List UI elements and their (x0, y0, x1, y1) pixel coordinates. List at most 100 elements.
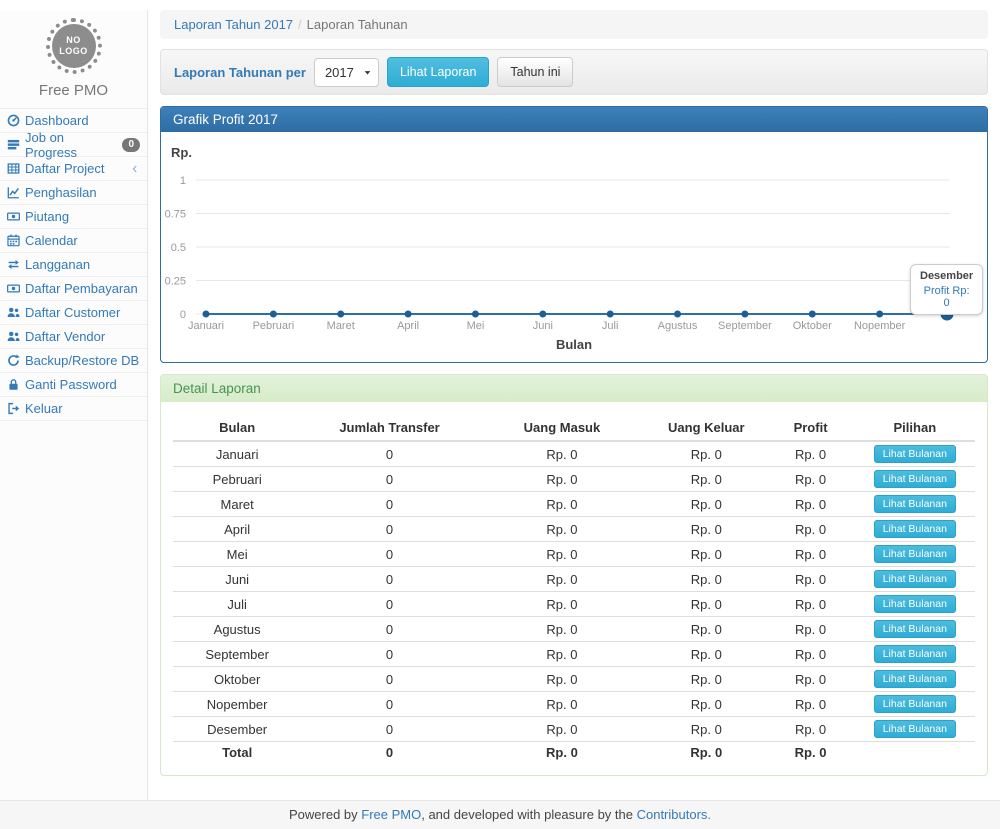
svg-text:1: 1 (180, 175, 186, 187)
sidebar-item-keluar[interactable]: Keluar (0, 397, 147, 421)
cell-jumlah-transfer: 0 (301, 441, 477, 467)
job-count-badge: 0 (122, 138, 140, 152)
cell-bulan: Maret (173, 492, 301, 517)
cell-uang-masuk: Rp. 0 (478, 467, 646, 492)
cell-bulan: Juli (173, 592, 301, 617)
view-report-button[interactable]: Lihat Laporan (387, 57, 489, 87)
detail-report-panel: Detail Laporan Bulan Jumlah Transfer Uan… (160, 374, 988, 776)
sidebar-item-calendar[interactable]: Calendar (0, 229, 147, 253)
profit-line-chart[interactable]: 00.250.50.751JanuariPebruariMaretAprilMe… (171, 161, 977, 336)
sidebar-item-label: Keluar (25, 401, 63, 416)
footer-contributors-link[interactable]: Contributors. (637, 807, 711, 822)
report-table-body: Januari 0 Rp. 0 Rp. 0 Rp. 0 Lihat Bulana… (173, 441, 975, 763)
total-uang-keluar: Rp. 0 (646, 742, 766, 764)
table-row: September 0 Rp. 0 Rp. 0 Rp. 0 Lihat Bula… (173, 642, 975, 667)
svg-text:Agustus: Agustus (658, 320, 698, 332)
cell-uang-keluar: Rp. 0 (646, 617, 766, 642)
view-monthly-button[interactable]: Lihat Bulanan (874, 570, 956, 588)
sidebar-item-daftar-pembayaran[interactable]: Daftar Pembayaran (0, 277, 147, 301)
view-monthly-button[interactable]: Lihat Bulanan (874, 520, 956, 538)
logo-text-bottom: LOGO (59, 46, 88, 57)
cell-uang-keluar: Rp. 0 (646, 441, 766, 467)
cell-uang-keluar: Rp. 0 (646, 492, 766, 517)
table-row: Desember 0 Rp. 0 Rp. 0 Rp. 0 Lihat Bulan… (173, 717, 975, 742)
view-monthly-button[interactable]: Lihat Bulanan (874, 545, 956, 563)
chart-panel-body: Rp. 00.250.50.751JanuariPebruariMaretApr… (161, 132, 987, 362)
cell-uang-masuk: Rp. 0 (478, 517, 646, 542)
cell-pilihan: Lihat Bulanan (855, 717, 975, 742)
chart-tooltip: Desember Profit Rp: 0 (910, 264, 983, 315)
view-monthly-button[interactable]: Lihat Bulanan (874, 620, 956, 638)
dashboard-icon (7, 114, 20, 127)
sidebar-item-label: Job on Progress (25, 130, 117, 160)
money-icon (7, 282, 20, 295)
sidebar-item-label: Ganti Password (25, 377, 117, 392)
table-row: Juni 0 Rp. 0 Rp. 0 Rp. 0 Lihat Bulanan (173, 567, 975, 592)
sidebar-item-daftar-customer[interactable]: Daftar Customer (0, 301, 147, 325)
table-row: Januari 0 Rp. 0 Rp. 0 Rp. 0 Lihat Bulana… (173, 441, 975, 467)
col-header-jumlah-transfer: Jumlah Transfer (301, 415, 477, 441)
view-monthly-button[interactable]: Lihat Bulanan (874, 695, 956, 713)
sidebar-item-job-on-progress[interactable]: Job on Progress 0 (0, 133, 147, 157)
svg-text:Nopember: Nopember (854, 320, 906, 332)
sidebar-item-ganti-password[interactable]: Ganti Password (0, 373, 147, 397)
svg-text:Pebruari: Pebruari (253, 320, 295, 332)
svg-text:Januari: Januari (188, 320, 224, 332)
table-row: Agustus 0 Rp. 0 Rp. 0 Rp. 0 Lihat Bulana… (173, 617, 975, 642)
year-select[interactable]: 2017 (314, 58, 379, 87)
svg-text:0.75: 0.75 (165, 209, 186, 221)
tooltip-value: Profit Rp: 0 (920, 285, 973, 309)
cell-pilihan: Lihat Bulanan (855, 467, 975, 492)
sidebar-item-langganan[interactable]: Langganan (0, 253, 147, 277)
table-row: April 0 Rp. 0 Rp. 0 Rp. 0 Lihat Bulanan (173, 517, 975, 542)
sidebar-item-label: Daftar Pembayaran (25, 281, 138, 296)
sign-out-icon (7, 402, 20, 415)
footer-text-prefix: Powered by (289, 807, 361, 822)
sidebar-item-label: Backup/Restore DB (25, 353, 139, 368)
view-monthly-button[interactable]: Lihat Bulanan (874, 645, 956, 663)
cell-jumlah-transfer: 0 (301, 642, 477, 667)
table-row: Mei 0 Rp. 0 Rp. 0 Rp. 0 Lihat Bulanan (173, 542, 975, 567)
cell-uang-keluar: Rp. 0 (646, 542, 766, 567)
tasks-icon (7, 138, 20, 151)
col-header-uang-keluar: Uang Keluar (646, 415, 766, 441)
view-monthly-button[interactable]: Lihat Bulanan (874, 445, 956, 463)
footer-brand-link[interactable]: Free PMO (361, 807, 421, 822)
cell-uang-keluar: Rp. 0 (646, 692, 766, 717)
profit-chart-panel: Grafik Profit 2017 Rp. 00.250.50.751Janu… (160, 106, 988, 363)
users-icon (7, 330, 20, 343)
cell-profit: Rp. 0 (766, 492, 854, 517)
y-axis-title: Rp. (171, 145, 975, 160)
view-monthly-button[interactable]: Lihat Bulanan (874, 670, 956, 688)
cell-profit: Rp. 0 (766, 667, 854, 692)
cell-pilihan: Lihat Bulanan (855, 441, 975, 467)
sidebar-item-daftar-vendor[interactable]: Daftar Vendor (0, 325, 147, 349)
breadcrumb-link-laporan-tahun[interactable]: Laporan Tahun 2017 (174, 17, 293, 32)
cell-profit: Rp. 0 (766, 567, 854, 592)
cell-pilihan: Lihat Bulanan (855, 667, 975, 692)
logo: NO LOGO (0, 10, 147, 74)
line-chart-icon (7, 186, 20, 199)
view-monthly-button[interactable]: Lihat Bulanan (874, 470, 956, 488)
sidebar-item-label: Penghasilan (25, 185, 97, 200)
year-filter-bar: Laporan Tahunan per 2017 Lihat Laporan T… (160, 49, 988, 95)
cell-uang-masuk: Rp. 0 (478, 642, 646, 667)
sidebar-item-backup-restore-db[interactable]: Backup/Restore DB (0, 349, 147, 373)
col-header-profit: Profit (766, 415, 854, 441)
sidebar: NO LOGO Free PMO Dashboard Job on Progre… (0, 10, 148, 800)
cell-bulan: Agustus (173, 617, 301, 642)
cell-uang-masuk: Rp. 0 (478, 492, 646, 517)
view-monthly-button[interactable]: Lihat Bulanan (874, 595, 956, 613)
cell-uang-masuk: Rp. 0 (478, 717, 646, 742)
sidebar-item-penghasilan[interactable]: Penghasilan (0, 181, 147, 205)
sidebar-item-daftar-project[interactable]: Daftar Project (0, 157, 147, 181)
money-icon (7, 210, 20, 223)
view-monthly-button[interactable]: Lihat Bulanan (874, 495, 956, 513)
view-monthly-button[interactable]: Lihat Bulanan (874, 720, 956, 738)
cell-bulan: Nopember (173, 692, 301, 717)
this-year-button[interactable]: Tahun ini (497, 57, 573, 87)
cell-jumlah-transfer: 0 (301, 542, 477, 567)
no-logo-badge: NO LOGO (46, 18, 102, 74)
cell-pilihan: Lihat Bulanan (855, 642, 975, 667)
sidebar-item-piutang[interactable]: Piutang (0, 205, 147, 229)
